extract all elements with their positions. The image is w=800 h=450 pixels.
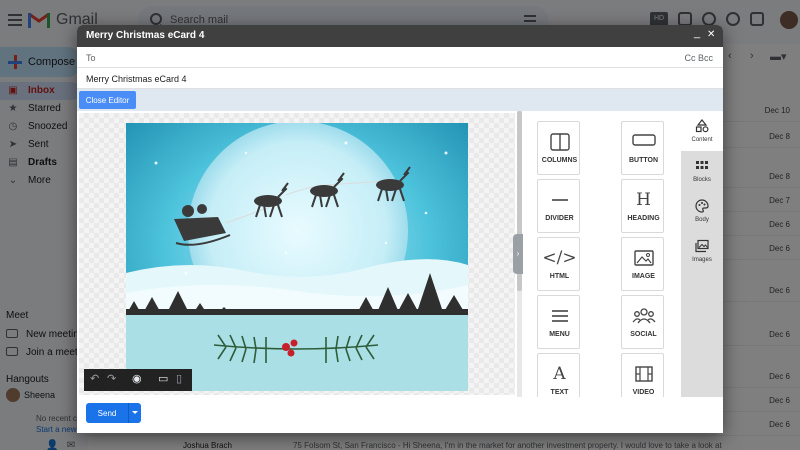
- tool-social[interactable]: SOCIAL: [621, 295, 664, 349]
- undo-icon[interactable]: ↶: [90, 374, 99, 385]
- tab-label: Content: [691, 137, 713, 143]
- image-icon: [622, 249, 665, 267]
- mobile-view-icon[interactable]: ▯: [176, 374, 182, 385]
- editor-bar: Close Editor: [77, 89, 723, 111]
- menu-icon: [538, 307, 581, 325]
- tool-menu[interactable]: MENU: [537, 295, 580, 349]
- send-options-dropdown[interactable]: [128, 403, 141, 423]
- ecard-editor: › COLUMNS BUTTON DIVIDER H HEADING </> HTML IMA…: [77, 111, 723, 407]
- subject-value: Merry Christmas eCard 4: [86, 74, 187, 84]
- compose-dialog: Merry Christmas eCard 4 _ ✕ To Cc Bcc Me…: [77, 25, 723, 433]
- editor-side-tabs: Content Blocks Body Images: [681, 111, 723, 397]
- heading-icon: H: [636, 190, 651, 210]
- christmas-ecard-image[interactable]: [126, 123, 468, 391]
- tool-label: VIDEO: [632, 389, 655, 396]
- tab-label: Body: [695, 217, 709, 223]
- tool-image[interactable]: IMAGE: [621, 237, 664, 291]
- design-canvas[interactable]: [79, 113, 515, 395]
- redo-icon[interactable]: ↷: [107, 374, 116, 385]
- collapse-panel-handle[interactable]: ›: [513, 234, 523, 274]
- tool-label: SOCIAL: [630, 331, 657, 338]
- send-bar: Send: [77, 397, 723, 433]
- send-button[interactable]: Send: [86, 403, 128, 423]
- tool-label: HEADING: [627, 215, 660, 222]
- tab-blocks[interactable]: Blocks: [681, 151, 723, 191]
- columns-icon: [538, 133, 581, 151]
- tool-label: MENU: [549, 331, 570, 338]
- grid-icon: [696, 161, 708, 169]
- images-icon: [695, 239, 709, 253]
- palette-icon: [695, 199, 709, 213]
- video-icon: [622, 365, 665, 383]
- dialog-header: Merry Christmas eCard 4 _ ✕: [77, 25, 723, 47]
- minimize-icon[interactable]: _: [694, 27, 700, 39]
- tab-content[interactable]: Content: [681, 111, 723, 151]
- subject-field[interactable]: Merry Christmas eCard 4: [77, 68, 723, 89]
- divider-icon: [538, 191, 581, 209]
- tool-label: DIVIDER: [545, 215, 574, 222]
- text-icon: A: [553, 364, 566, 384]
- button-icon: [622, 133, 665, 151]
- to-label: To: [86, 53, 96, 63]
- dialog-title: Merry Christmas eCard 4: [86, 30, 205, 41]
- close-icon[interactable]: ✕: [707, 29, 715, 40]
- tool-columns[interactable]: COLUMNS: [537, 121, 580, 175]
- to-field[interactable]: To Cc Bcc: [77, 47, 723, 68]
- tab-label: Blocks: [693, 177, 711, 183]
- tool-label: TEXT: [550, 389, 569, 396]
- tool-html[interactable]: </> HTML: [537, 237, 580, 291]
- tab-body[interactable]: Body: [681, 191, 723, 231]
- tool-heading[interactable]: H HEADING: [621, 179, 664, 233]
- tab-images[interactable]: Images: [681, 231, 723, 271]
- tool-label: BUTTON: [628, 157, 659, 164]
- tool-label: HTML: [549, 273, 570, 280]
- tool-button[interactable]: BUTTON: [621, 121, 664, 175]
- cc-bcc-link[interactable]: Cc Bcc: [684, 53, 713, 63]
- social-icon: [622, 307, 665, 325]
- preview-eye-icon[interactable]: ◉: [132, 374, 142, 385]
- tool-divider[interactable]: DIVIDER: [537, 179, 580, 233]
- desktop-view-icon[interactable]: ▭: [158, 374, 168, 385]
- tab-label: Images: [692, 257, 712, 263]
- tool-label: IMAGE: [632, 273, 655, 280]
- close-editor-button[interactable]: Close Editor: [79, 91, 136, 109]
- code-icon: </>: [542, 248, 577, 268]
- shapes-icon: [695, 119, 709, 133]
- tool-label: COLUMNS: [541, 157, 578, 164]
- canvas-toolbar: ↶ ↷ ◉ ▭ ▯: [84, 369, 192, 391]
- content-tools-panel: COLUMNS BUTTON DIVIDER H HEADING </> HTML IMAGE…: [523, 111, 683, 407]
